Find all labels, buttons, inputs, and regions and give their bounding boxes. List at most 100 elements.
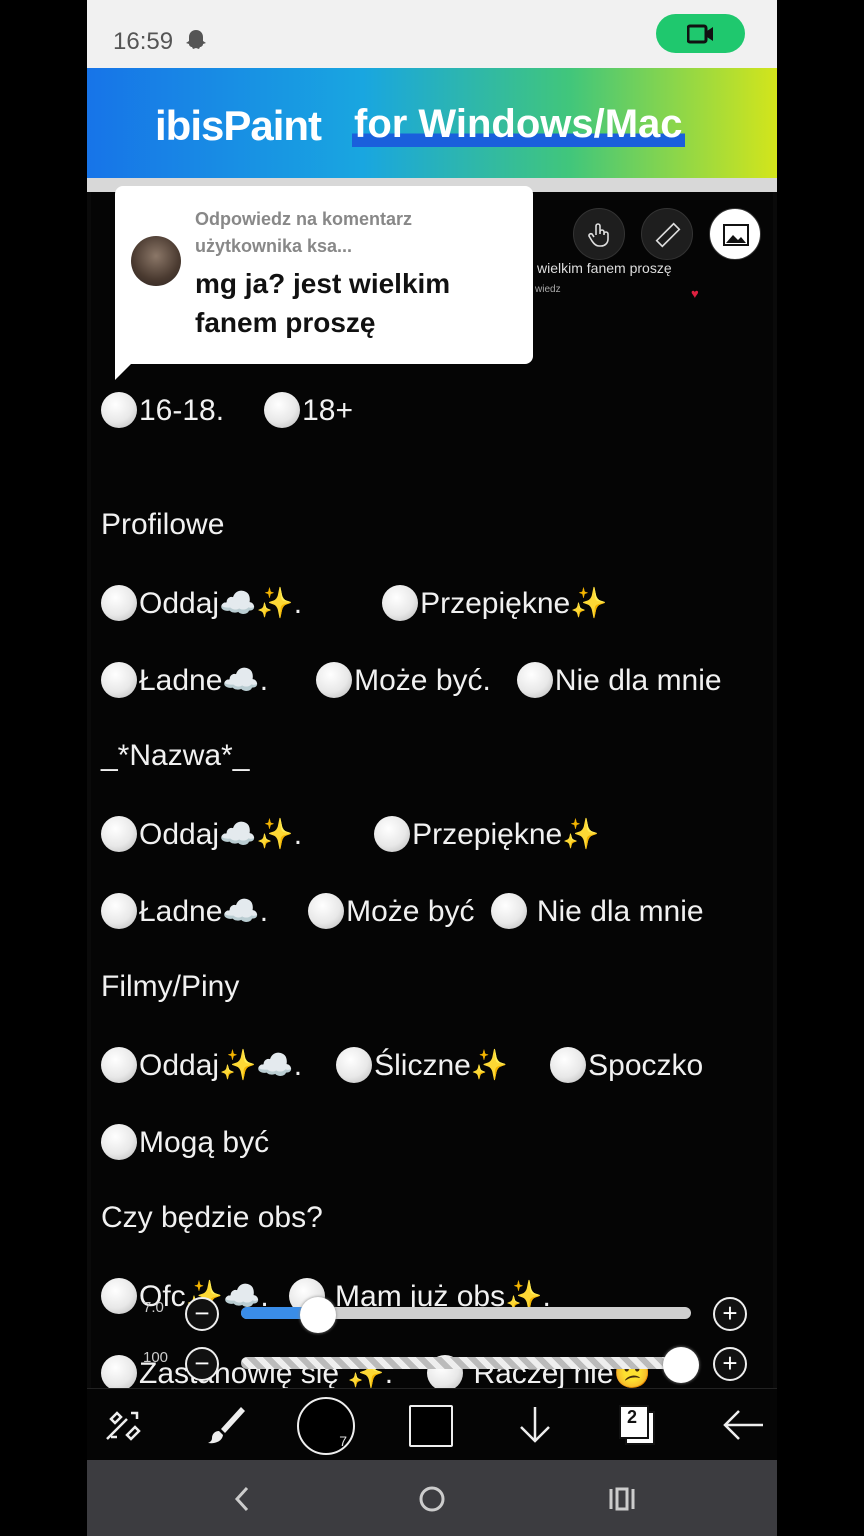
bottom-toolbar: 7 2	[87, 1388, 777, 1460]
download-icon[interactable]	[509, 1399, 561, 1451]
phone-screen: 16:59 ibisPaint for Windows/Mac wielkim …	[87, 0, 777, 1536]
option-label: Oddaj✨☁️.	[139, 1049, 303, 1082]
radio-dot-icon	[101, 662, 137, 698]
radio-dot-icon	[308, 893, 345, 929]
option-label: Może być.	[354, 664, 491, 697]
bubble-tail	[115, 356, 139, 380]
opacity-knob[interactable]	[663, 1347, 699, 1383]
opacity-plus-button[interactable]: +	[713, 1347, 747, 1381]
transform-tool-icon[interactable]	[97, 1399, 149, 1451]
radio-dot-icon	[101, 1124, 137, 1160]
nav-back-icon[interactable]	[225, 1482, 259, 1516]
brush-size-plus-button[interactable]: +	[713, 1297, 747, 1331]
option-item: Oddaj☁️✨.	[101, 816, 302, 852]
option-item: Oddaj✨☁️.	[101, 1047, 302, 1083]
radio-dot-icon	[374, 816, 411, 852]
section-heading: _*Nazwa*_	[101, 739, 250, 772]
options-row: Oddaj✨☁️. Śliczne✨ Spoczko	[101, 1047, 703, 1083]
radio-dot-icon	[264, 392, 301, 428]
snapchat-ghost-icon	[185, 28, 207, 52]
radio-dot-icon	[101, 1047, 137, 1083]
option-item: Może być	[308, 893, 475, 929]
option-label: Śliczne✨	[374, 1049, 509, 1082]
status-time: 16:59	[113, 28, 174, 55]
brush-size-minus-button[interactable]: −	[185, 1297, 219, 1331]
option-label: Spoczko	[588, 1049, 704, 1082]
brush-size-track[interactable]	[241, 1297, 691, 1333]
reply-meta: Odpowiedz na komentarz użytkownika ksa..…	[195, 209, 413, 256]
nav-home-icon[interactable]	[415, 1482, 449, 1516]
ibispaint-banner[interactable]: ibisPaint for Windows/Mac	[87, 68, 777, 178]
option-label: Mogą być	[139, 1126, 270, 1159]
radio-dot-icon	[101, 392, 137, 428]
opacity-slider[interactable]: 100 − +	[87, 1345, 777, 1385]
embedded-caption: wielkim fanem proszę	[537, 260, 672, 276]
opacity-minus-button[interactable]: −	[185, 1347, 219, 1381]
image-icon	[709, 208, 761, 260]
option-label: Ładne☁️.	[139, 664, 269, 697]
option-label: Nie dla mnie	[554, 664, 722, 697]
color-picker-button[interactable]: 7	[297, 1397, 355, 1455]
radio-dot-icon	[101, 893, 137, 929]
embedded-fragment: wiedz	[535, 284, 561, 295]
avatar	[131, 236, 181, 286]
screen-record-button[interactable]	[656, 14, 745, 53]
radio-dot-icon	[101, 816, 137, 852]
option-label: Przepiękne✨	[412, 818, 600, 851]
option-item: Nie dla mnie	[516, 662, 722, 698]
option-label: Nie dla mnie	[528, 895, 704, 928]
option-item: Oddaj☁️✨.	[101, 585, 302, 621]
banner-logo: ibisPaint	[155, 102, 322, 149]
radio-dot-icon	[336, 1047, 373, 1083]
nav-recents-icon[interactable]	[605, 1482, 639, 1516]
option-label: Przepiękne✨	[420, 587, 608, 620]
opacity-value: 100	[143, 1349, 169, 1366]
section-heading: Profilowe	[101, 508, 225, 541]
back-arrow-icon[interactable]	[717, 1399, 769, 1451]
option-item: Mogą być	[101, 1124, 269, 1160]
option-item: Ładne☁️.	[101, 893, 268, 929]
brush-size-knob[interactable]	[299, 1297, 336, 1333]
radio-dot-icon	[516, 662, 553, 698]
secondary-color-button[interactable]	[409, 1405, 453, 1447]
option-item: Nie dla mnie	[490, 893, 704, 929]
ruler-icon	[641, 208, 693, 260]
option-label: Może być	[346, 895, 475, 928]
system-nav-bar	[87, 1460, 777, 1536]
opacity-track[interactable]	[241, 1347, 699, 1383]
option-item: 16-18.	[101, 392, 224, 428]
option-item: Może być.	[316, 662, 491, 698]
comment-reply-bubble: Odpowiedz na komentarz użytkownika ksa..…	[115, 186, 533, 364]
options-row: Oddaj☁️✨. Przepiękne✨	[101, 585, 608, 621]
section-heading: Filmy/Piny	[101, 970, 240, 1003]
option-label: Oddaj☁️✨.	[139, 587, 303, 620]
radio-dot-icon	[550, 1047, 587, 1083]
option-item: 18+	[264, 392, 353, 428]
option-item: Spoczko	[550, 1047, 703, 1083]
option-item: Przepiękne✨	[382, 585, 608, 621]
radio-dot-icon	[101, 585, 137, 621]
radio-dot-icon	[490, 893, 527, 929]
radio-dot-icon	[316, 662, 353, 698]
brush-icon[interactable]	[199, 1399, 251, 1451]
layers-button[interactable]: 2	[617, 1403, 659, 1445]
drawing-canvas[interactable]: wielkim fanem proszę wiedz ♥ 16-18. 18+ Pr…	[91, 192, 773, 1391]
option-item: Ładne☁️.	[101, 662, 268, 698]
brush-size-slider[interactable]: 7.0 − +	[87, 1295, 777, 1335]
option-label: Ładne☁️.	[139, 895, 269, 928]
options-row: 16-18. 18+	[101, 392, 353, 428]
options-row: Ładne☁️. Może być Nie dla mnie	[101, 893, 704, 929]
options-row: Oddaj☁️✨. Przepiękne✨	[101, 816, 600, 852]
options-row: Mogą być	[101, 1124, 269, 1160]
banner-tagline: for Windows/Mac	[352, 102, 685, 147]
option-label: Oddaj☁️✨.	[139, 818, 303, 851]
option-item: Śliczne✨	[336, 1047, 508, 1083]
heart-icon: ♥	[691, 286, 699, 301]
brush-size-value: 7.0	[143, 1299, 164, 1316]
section-heading: Czy będzie obs?	[101, 1201, 323, 1234]
options-row: Ładne☁️. Może być. Nie dla mnie	[101, 662, 722, 698]
radio-dot-icon	[382, 585, 419, 621]
option-label: 18+	[302, 394, 353, 427]
brush-size-badge: 7	[339, 1433, 347, 1449]
status-bar: 16:59	[87, 0, 777, 68]
